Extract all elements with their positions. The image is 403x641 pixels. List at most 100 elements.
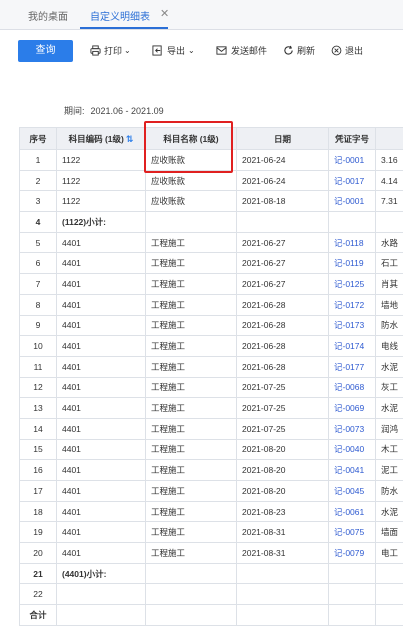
cell-voucher[interactable]: 记-0040	[328, 438, 376, 461]
cell-account-code: 4401	[56, 459, 146, 481]
cell-voucher[interactable]: 记-0073	[328, 417, 376, 440]
cell-summary: 石工	[375, 252, 403, 275]
cell-account-name: 工程施工	[145, 417, 237, 440]
table-row[interactable]: 10 4401 工程施工 2021-06-28 记-0174 电线	[19, 335, 403, 357]
chevron-down-icon: ⌄	[124, 46, 131, 55]
cell-summary	[375, 583, 403, 606]
print-button[interactable]: 打印 ⌄	[90, 44, 134, 58]
export-button[interactable]: 导出 ⌄	[152, 44, 198, 58]
cell-voucher[interactable]: 记-0177	[328, 355, 376, 378]
cell-seq: 19	[19, 521, 57, 544]
cell-voucher[interactable]: 记-0069	[328, 397, 376, 419]
cell-voucher	[328, 211, 376, 233]
table-row[interactable]: 11 4401 工程施工 2021-06-28 记-0177 水泥	[19, 355, 403, 378]
tab-custom-detail-report[interactable]: 自定义明细表	[90, 8, 150, 23]
printer-icon	[90, 45, 101, 56]
cell-summary: 灰工	[375, 376, 403, 399]
table-row[interactable]: 13 4401 工程施工 2021-07-25 记-0069 水泥	[19, 397, 403, 419]
cell-summary: 水泥	[375, 355, 403, 378]
cell-summary: 7.31	[375, 190, 403, 213]
cell-account-name: 应收账款	[145, 190, 237, 213]
cell-voucher[interactable]: 记-0079	[328, 542, 376, 564]
table-row[interactable]: 1 1122 应收账款 2021-06-24 记-0001 3.16	[19, 149, 403, 171]
cell-seq: 1	[19, 149, 57, 171]
exit-button[interactable]: 退出	[331, 44, 367, 58]
cell-voucher[interactable]: 记-0172	[328, 293, 376, 316]
table-row[interactable]: 8 4401 工程施工 2021-06-28 记-0172 墙地	[19, 293, 403, 316]
cell-voucher[interactable]: 记-0125	[328, 273, 376, 295]
table-row[interactable]: 22	[19, 583, 403, 606]
cell-account-name: 工程施工	[145, 438, 237, 461]
cell-account-code: (1122)小计:	[56, 211, 146, 233]
cell-seq: 3	[19, 190, 57, 213]
send-email-button[interactable]: 发送邮件	[216, 44, 272, 58]
cell-account-code: 1122	[56, 149, 146, 171]
table-row[interactable]: 19 4401 工程施工 2021-08-31 记-0075 墙面	[19, 521, 403, 544]
cell-date: 2021-07-25	[236, 417, 329, 440]
cell-voucher[interactable]: 记-0173	[328, 314, 376, 337]
cell-date: 2021-06-28	[236, 355, 329, 378]
table-subtotal-row[interactable]: 4 (1122)小计:	[19, 211, 403, 233]
query-button[interactable]: 查询	[18, 40, 73, 62]
table-row[interactable]: 15 4401 工程施工 2021-08-20 记-0040 木工	[19, 438, 403, 461]
cell-voucher[interactable]: 记-0068	[328, 376, 376, 399]
cell-date: 2021-08-20	[236, 480, 329, 502]
table-row[interactable]: 3 1122 应收账款 2021-08-18 记-0001 7.31	[19, 190, 403, 213]
cell-voucher[interactable]: 记-0061	[328, 500, 376, 523]
cell-voucher[interactable]: 记-0174	[328, 335, 376, 357]
column-header-account-name[interactable]: 科目名称 (1级)	[145, 127, 237, 150]
table-row[interactable]: 5 4401 工程施工 2021-06-27 记-0118 水路	[19, 231, 403, 254]
cell-date	[236, 604, 329, 626]
table-row[interactable]: 7 4401 工程施工 2021-06-27 记-0125 肖其	[19, 273, 403, 295]
table-row[interactable]: 14 4401 工程施工 2021-07-25 记-0073 润鸿	[19, 417, 403, 440]
cell-summary: 3.16	[375, 149, 403, 171]
cell-account-code: 4401	[56, 438, 146, 461]
table-row[interactable]: 12 4401 工程施工 2021-07-25 记-0068 灰工	[19, 376, 403, 399]
cell-voucher[interactable]: 记-0045	[328, 480, 376, 502]
table-row[interactable]: 20 4401 工程施工 2021-08-31 记-0079 电工	[19, 542, 403, 564]
cell-voucher[interactable]: 记-0075	[328, 521, 376, 544]
cell-date: 2021-07-25	[236, 397, 329, 419]
cell-seq: 21	[19, 562, 57, 585]
sort-arrow-icon[interactable]: ⇅	[126, 134, 134, 144]
table-total-row[interactable]: 合计	[19, 604, 403, 626]
cell-account-name: 应收账款	[145, 169, 237, 192]
cell-voucher[interactable]: 记-0119	[328, 252, 376, 275]
export-icon	[152, 45, 162, 56]
cell-date: 2021-06-27	[236, 273, 329, 295]
cell-account-name: 工程施工	[145, 500, 237, 523]
cell-voucher[interactable]: 记-0001	[328, 149, 376, 171]
table-row[interactable]: 6 4401 工程施工 2021-06-27 记-0119 石工	[19, 252, 403, 275]
cell-voucher[interactable]: 记-0017	[328, 169, 376, 192]
cell-account-code: 4401	[56, 376, 146, 399]
table-subtotal-row[interactable]: 21 (4401)小计:	[19, 562, 403, 585]
tab-my-desktop[interactable]: 我的桌面	[28, 8, 68, 23]
cell-summary: 木工	[375, 438, 403, 461]
refresh-button[interactable]: 刷新	[283, 44, 319, 58]
cell-voucher[interactable]: 记-0001	[328, 190, 376, 213]
close-icon[interactable]: ✕	[160, 7, 169, 20]
column-header-seq[interactable]: 序号	[19, 127, 57, 150]
cell-summary: 泥工	[375, 459, 403, 481]
table-row[interactable]: 16 4401 工程施工 2021-08-20 记-0041 泥工	[19, 459, 403, 481]
column-header-voucher[interactable]: 凭证字号	[328, 127, 376, 150]
cell-summary: 肖其	[375, 273, 403, 295]
table-row[interactable]: 17 4401 工程施工 2021-08-20 记-0045 防水	[19, 480, 403, 502]
cell-summary: 电线	[375, 335, 403, 357]
table-row[interactable]: 9 4401 工程施工 2021-06-28 记-0173 防水	[19, 314, 403, 337]
column-header-summary[interactable]	[375, 127, 403, 150]
table-row[interactable]: 18 4401 工程施工 2021-08-23 记-0061 水泥	[19, 500, 403, 523]
table-row[interactable]: 2 1122 应收账款 2021-06-24 记-0017 4.14	[19, 169, 403, 192]
cell-account-name: 工程施工	[145, 459, 237, 481]
cell-voucher[interactable]: 记-0118	[328, 231, 376, 254]
cell-account-code: 4401	[56, 500, 146, 523]
cell-account-name	[145, 211, 237, 233]
column-header-date[interactable]: 日期	[236, 127, 329, 150]
refresh-icon	[284, 45, 293, 55]
send-email-label: 发送邮件	[231, 46, 268, 56]
cell-date: 2021-06-28	[236, 293, 329, 316]
cell-date	[236, 583, 329, 606]
cell-account-code: 4401	[56, 417, 146, 440]
column-header-account-code[interactable]: 科目编码 (1级) ⇅	[56, 127, 146, 150]
cell-voucher[interactable]: 记-0041	[328, 459, 376, 481]
